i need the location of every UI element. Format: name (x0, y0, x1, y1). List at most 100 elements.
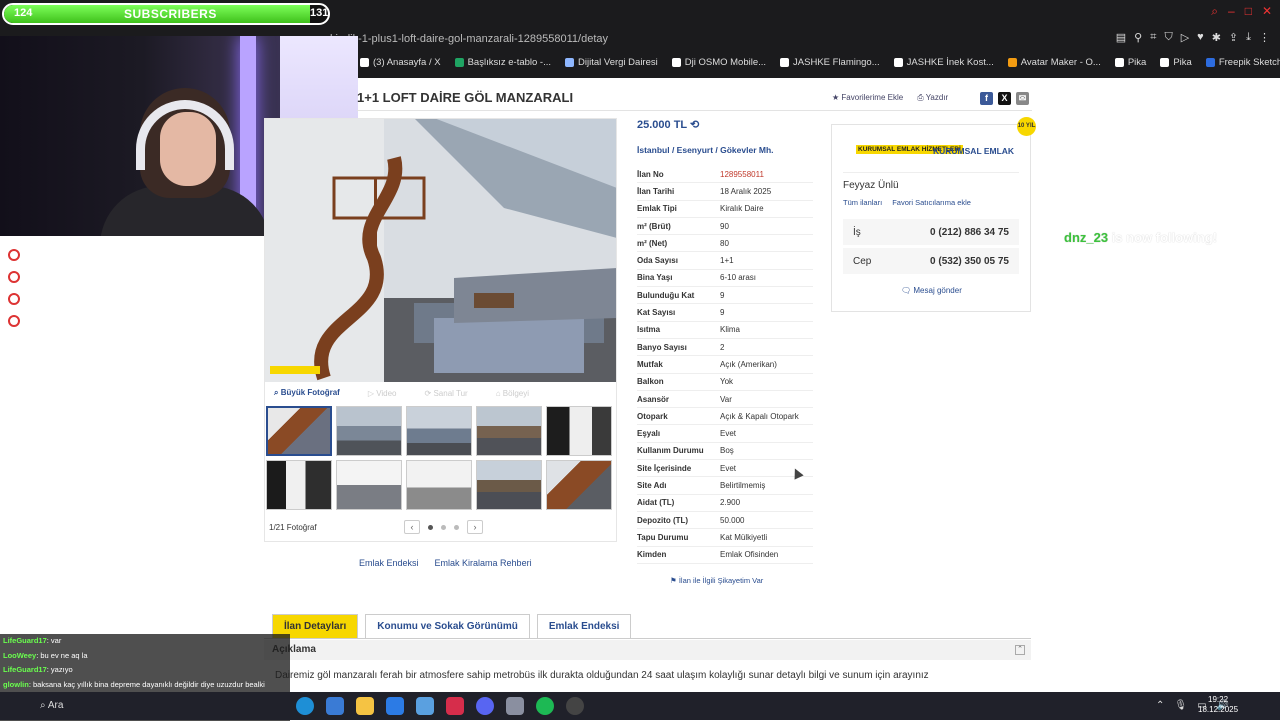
bookmark-item[interactable]: (3) Anasayfa / X (360, 57, 441, 68)
share-icon[interactable]: ⇪ (1229, 31, 1238, 44)
all-listings-link[interactable]: Tüm ilanları (843, 198, 882, 207)
record-icon[interactable] (8, 249, 20, 261)
monitor-icon[interactable] (416, 697, 434, 715)
bookmark-item[interactable]: Avatar Maker - O... (1008, 57, 1101, 68)
settings-icon[interactable] (8, 315, 20, 327)
clock[interactable]: 19:2218.12.2025 (1198, 695, 1238, 715)
detail-key: Aidat (TL) (637, 498, 720, 507)
office-icon[interactable] (386, 697, 404, 715)
crop-icon[interactable]: ⌗ (1150, 31, 1156, 44)
microphone-icon[interactable]: 🎙 (1174, 700, 1187, 711)
favorite-seller-link[interactable]: Favori Satıcılarıma ekle (892, 198, 971, 207)
download-icon[interactable]: ⤓ (1246, 31, 1251, 44)
discord-icon[interactable] (476, 697, 494, 715)
spotify-icon[interactable] (536, 697, 554, 715)
big-photo-button[interactable]: ⌕ Büyük Fotoğraf (274, 388, 340, 398)
tab-index[interactable]: Emlak Endeksi (537, 614, 632, 638)
bookmark-item[interactable]: JASHKE İnek Kost... (894, 57, 994, 68)
clock-time: 19:22 (1198, 695, 1238, 705)
heart-icon[interactable]: ♥ (1197, 31, 1204, 44)
history-icon[interactable]: ⟲ (690, 119, 699, 131)
menu-icon[interactable]: ⋮ (1259, 31, 1270, 44)
minimize-icon[interactable]: – (1228, 4, 1235, 19)
page-dot[interactable] (441, 525, 446, 530)
collapse-icon[interactable]: ⌃ (1015, 645, 1025, 655)
bookmark-item[interactable]: Pika (1115, 57, 1146, 68)
obs-icon[interactable] (566, 697, 584, 715)
corporate-name[interactable]: KURUMSAL EMLAK (933, 146, 1014, 156)
bookmark-item[interactable]: Dijital Vergi Dairesi (565, 57, 658, 68)
thumbnail[interactable] (476, 406, 542, 456)
maximize-icon[interactable]: □ (1245, 4, 1252, 19)
facebook-icon[interactable]: f (980, 92, 993, 105)
thumbnail[interactable] (406, 406, 472, 456)
complaint-link[interactable]: ⚑ İlan ile İlgili Şikayetim Var (670, 576, 763, 585)
thumbnail[interactable] (546, 406, 612, 456)
address-bar[interactable]: kiralik-1-plus1-loft-daire-gol-manzarali… (330, 30, 1090, 48)
pin-icon[interactable]: ⚲ (1134, 31, 1142, 44)
detail-key: İlan Tarihi (637, 187, 720, 196)
detail-value: 80 (720, 239, 729, 248)
bookmark-favicon-icon (1115, 58, 1124, 67)
detail-row: Banyo Sayısı2 (637, 339, 813, 356)
print-button[interactable]: ⎙ Yazdır (917, 93, 948, 103)
opera-icon[interactable] (446, 697, 464, 715)
virtual-tour-button[interactable]: ⟳ Sanal Tur (425, 389, 468, 398)
bookmark-item[interactable]: Pika (1160, 57, 1191, 68)
thumbnail[interactable] (336, 460, 402, 510)
send-message-button[interactable]: 🗨 Mesaj gönder (901, 286, 962, 295)
thumbnail[interactable] (266, 406, 332, 456)
thumbnail[interactable] (266, 460, 332, 510)
tab-location[interactable]: Konumu ve Sokak Görünümü (365, 614, 530, 638)
bookmark-label: Pika (1173, 57, 1191, 68)
sidebar-icon[interactable]: ▤ (1116, 31, 1126, 44)
page-dot[interactable] (428, 525, 433, 530)
phone-number[interactable]: 0 (532) 350 05 75 (930, 256, 1009, 267)
history-icon[interactable] (8, 271, 20, 283)
page-dot[interactable] (454, 525, 459, 530)
folder-icon[interactable] (356, 697, 374, 715)
thumbnail[interactable] (546, 460, 612, 510)
shield-icon[interactable]: ⛉ (1164, 31, 1172, 44)
bookmark-item[interactable]: Dji OSMO Mobile... (672, 57, 766, 68)
region-button[interactable]: ⌂ Bölgeyi (496, 389, 529, 398)
emlak-index-link[interactable]: Emlak Endeksi (359, 558, 419, 568)
virtual-tour-label: Sanal Tur (433, 389, 467, 398)
detail-key: İlan No (637, 170, 720, 179)
thumbnail[interactable] (476, 460, 542, 510)
extensions-icon[interactable]: ✱ (1212, 31, 1221, 44)
detail-key: Emlak Tipi (637, 204, 720, 213)
next-page-button[interactable]: › (467, 520, 483, 534)
email-icon[interactable]: ✉ (1016, 92, 1029, 105)
thumbnail[interactable] (406, 460, 472, 510)
cube-icon[interactable] (8, 293, 20, 305)
chat-user: LooWeey (3, 651, 36, 660)
taskbar-search[interactable]: ⌕ Ara (40, 700, 63, 711)
description-header: Açıklama (264, 640, 1031, 660)
phone-number[interactable]: 0 (212) 886 34 75 (930, 227, 1009, 238)
rental-guide-link[interactable]: Emlak Kiralama Rehberi (435, 558, 532, 568)
prev-page-button[interactable]: ‹ (404, 520, 420, 534)
store-icon[interactable] (326, 697, 344, 715)
edge-icon[interactable] (296, 697, 314, 715)
subscriber-current: 124 (14, 7, 32, 19)
steam-icon[interactable] (506, 697, 524, 715)
taskbar-apps (296, 697, 584, 715)
detail-value: 90 (720, 222, 729, 231)
thumbnail[interactable] (336, 406, 402, 456)
x-icon[interactable]: X (998, 92, 1011, 105)
chevron-up-icon[interactable]: ⌃ (1156, 700, 1164, 711)
detail-row: Bulunduğu Kat9 (637, 287, 813, 304)
bookmark-item[interactable]: Freepik Sketch - F... (1206, 57, 1280, 68)
subscriber-goal: 131 (310, 7, 328, 19)
bookmark-item[interactable]: JASHKE Flamingo... (780, 57, 880, 68)
location-breadcrumb[interactable]: İstanbul / Esenyurt / Gökevler Mh. (637, 145, 774, 155)
search-icon[interactable]: ⌕ (1211, 4, 1218, 19)
main-photo[interactable] (264, 118, 617, 382)
favorite-button[interactable]: ★ Favorilerime Ekle (832, 93, 903, 103)
close-icon[interactable]: ✕ (1262, 4, 1272, 19)
bookmark-favicon-icon (565, 58, 574, 67)
play-icon[interactable]: ▷ (1181, 31, 1189, 44)
bookmark-item[interactable]: Başlıksız e-tablo -... (455, 57, 551, 68)
video-button[interactable]: ▷ Video (368, 389, 397, 398)
